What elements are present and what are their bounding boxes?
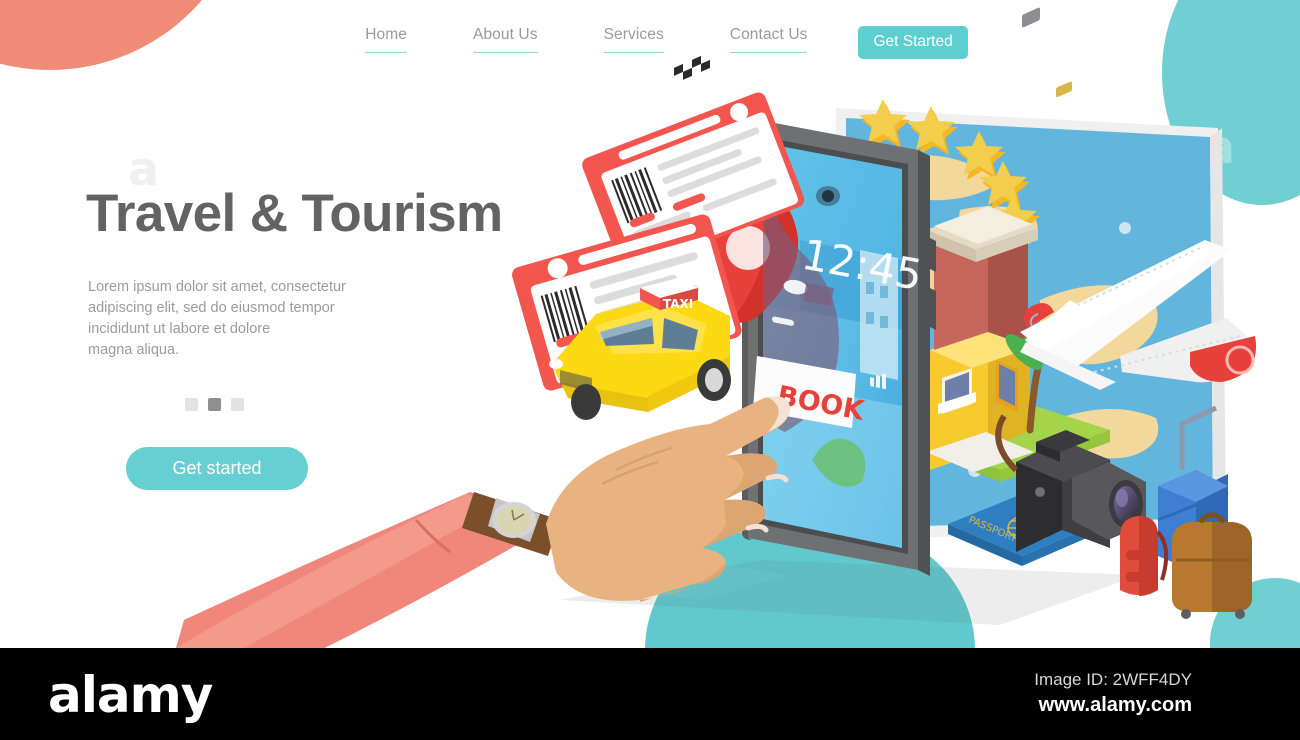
world-map-poster: [836, 108, 1226, 540]
watermark-bar: alamy Image ID: 2WFF4DY www.alamy.com: [0, 648, 1300, 740]
svg-text:TAXI: TAXI: [663, 297, 693, 311]
svg-text:BOOK: BOOK: [775, 380, 868, 427]
nav-item-home[interactable]: Home: [365, 26, 407, 53]
phone-book-button: BOOK: [753, 356, 867, 428]
nav-item-label: Services: [603, 26, 664, 43]
decorative-blob-bottom-right: [1210, 578, 1300, 648]
boarding-pass-ticket: [512, 92, 805, 391]
carousel-dot-1[interactable]: [185, 398, 198, 411]
passport-label: PASSPORT: [967, 515, 1019, 545]
nav-item-label: About Us: [473, 26, 538, 43]
backpack-red: [1120, 516, 1169, 596]
alamy-logo: alamy: [48, 666, 213, 724]
carousel-dot-3[interactable]: [231, 398, 244, 411]
page-root: a a a a a Home About Us Services Contact…: [0, 0, 1300, 740]
nav-underline: [365, 51, 407, 53]
page-title: Travel & Tourism: [86, 184, 503, 243]
taxi-cab: TAXI: [549, 55, 731, 420]
smartphone: 12:45 BOOK: [700, 118, 936, 576]
nav-underline: [729, 51, 808, 53]
watermark-ghost-letter: a: [920, 432, 952, 486]
decorative-blob-bottom-center: [645, 530, 975, 650]
nav-item-services[interactable]: Services: [603, 26, 664, 53]
palm-tree: [1005, 321, 1088, 434]
image-id-label: Image ID: 2WFF4DY: [1034, 670, 1192, 689]
get-started-button[interactable]: Get started: [126, 447, 308, 490]
nav-item-about-us[interactable]: About Us: [473, 26, 538, 53]
nav-item-label: Contact Us: [729, 26, 808, 43]
five-star-rating: [859, 99, 1040, 244]
main-navigation[interactable]: Home About Us Services Contact Us Get St…: [0, 26, 1300, 59]
hero-body-text: Lorem ipsum dolor sit amet, consectetur …: [88, 279, 346, 358]
airplane: [1020, 240, 1257, 390]
carousel-dot-2[interactable]: [208, 398, 221, 411]
nav-item-contact-us[interactable]: Contact Us: [729, 26, 808, 53]
watermark-ghost-letter: a: [1204, 120, 1236, 174]
passport: PASSPORT: [948, 81, 1096, 566]
map-location-pin: [700, 190, 799, 323]
dslr-camera: [995, 7, 1146, 552]
alamy-url: www.alamy.com: [1038, 694, 1192, 716]
nav-get-started-button[interactable]: Get Started: [858, 26, 968, 59]
nav-underline: [603, 51, 664, 53]
hotel-building: [926, 206, 1038, 472]
watermark-ghost-letter: a: [345, 550, 377, 604]
nav-underline: [473, 51, 538, 53]
phone-clock: 12:45: [798, 230, 926, 300]
phone-status-bar: [772, 316, 886, 390]
nav-item-label: Home: [365, 26, 407, 43]
carousel-dots[interactable]: [185, 398, 244, 411]
